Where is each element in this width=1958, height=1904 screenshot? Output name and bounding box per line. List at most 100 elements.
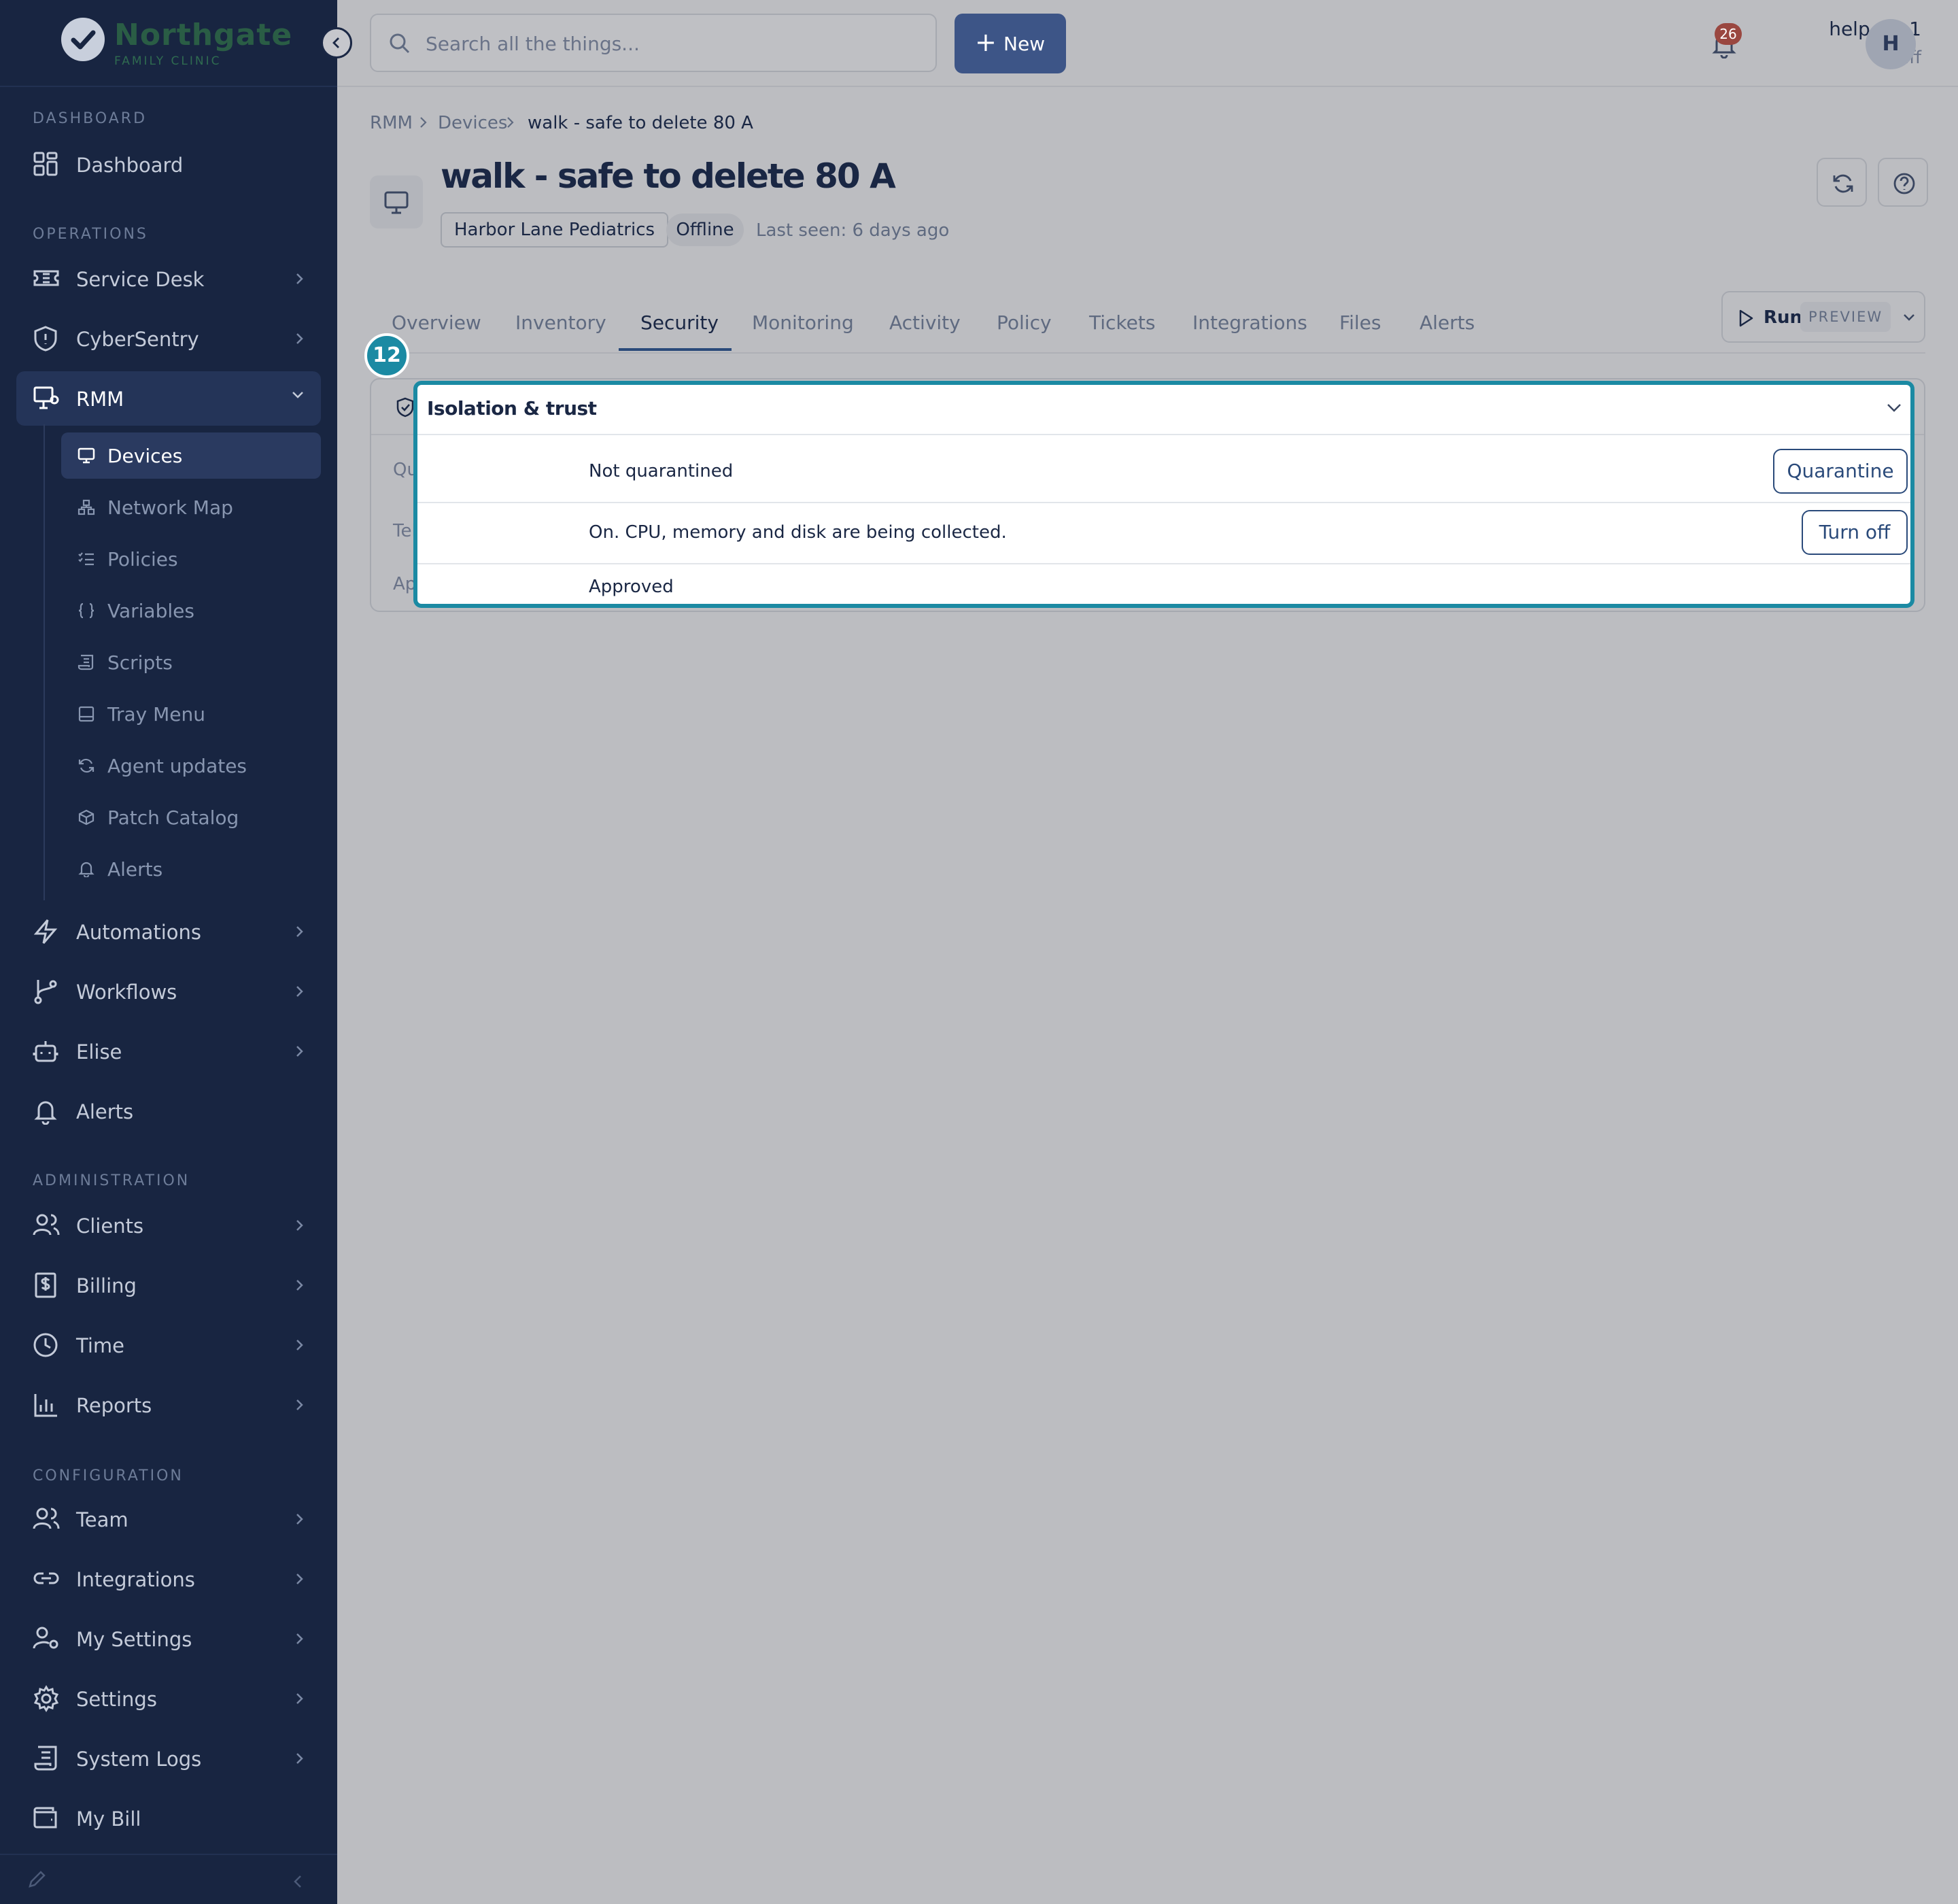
bar-chart-icon <box>33 1391 58 1418</box>
sidebar-item-cybersentry[interactable]: CyberSentry <box>16 311 321 366</box>
logo-check-icon <box>61 18 105 61</box>
preview-badge: PREVIEW <box>1800 302 1891 332</box>
sidebar-item-clients[interactable]: Clients <box>16 1198 321 1253</box>
approval-value: Approved <box>589 577 674 597</box>
sidebar-subitem-policies[interactable]: Policies <box>61 536 321 582</box>
help-button[interactable] <box>1878 158 1928 207</box>
play-icon <box>1738 309 1754 328</box>
sidebar-subitem-alerts[interactable]: Alerts <box>61 846 321 892</box>
sidebar-subitem-patch-catalog[interactable]: Patch Catalog <box>61 794 321 840</box>
tab-policy[interactable]: Policy <box>997 311 1052 334</box>
brand-subtitle: FAMILY CLINIC <box>114 54 222 68</box>
sidebar-item-alerts[interactable]: Alerts <box>16 1084 321 1138</box>
sidebar-item-label: CyberSentry <box>76 328 199 351</box>
breadcrumb-devices[interactable]: Devices <box>438 113 507 133</box>
tab-activity[interactable]: Activity <box>889 311 961 334</box>
sidebar-item-settings[interactable]: Settings <box>16 1671 321 1726</box>
scroll-icon <box>33 1745 58 1772</box>
sidebar-item-label: My Bill <box>76 1807 141 1831</box>
sidebar-item-label: Dashboard <box>76 154 184 177</box>
sidebar-item-label: System Logs <box>76 1748 202 1771</box>
refresh-button[interactable] <box>1817 158 1867 207</box>
tray-icon <box>78 706 95 722</box>
sidebar-item-label: Settings <box>76 1688 157 1711</box>
sidebar-item-my-bill[interactable]: My Bill <box>16 1791 321 1846</box>
sidebar-item-time[interactable]: Time <box>16 1318 321 1372</box>
run-button[interactable]: Run PREVIEW <box>1721 291 1925 343</box>
tab-inventory[interactable]: Inventory <box>515 311 606 334</box>
edit-icon[interactable] <box>26 1869 48 1890</box>
tab-monitoring[interactable]: Monitoring <box>752 311 854 334</box>
tab-files[interactable]: Files <box>1339 311 1381 334</box>
quarantine-button[interactable]: Quarantine <box>1773 449 1908 494</box>
sidebar-item-label: Automations <box>76 921 202 944</box>
turn-off-telemetry-button[interactable]: Turn off <box>1802 510 1908 555</box>
sidebar-item-service-desk[interactable]: Service Desk <box>16 252 321 306</box>
collapse-sidebar-icon[interactable] <box>292 1874 303 1889</box>
help-circle-icon <box>1893 173 1915 194</box>
git-branch-icon <box>33 978 58 1005</box>
chevron-left-icon <box>332 37 339 48</box>
sidebar-subitem-scripts[interactable]: Scripts <box>61 639 321 685</box>
sidebar-subitem-label: Tray Menu <box>107 703 206 726</box>
new-button[interactable]: + New <box>955 14 1066 73</box>
lightning-icon <box>33 918 58 945</box>
sidebar-subitem-agent-updates[interactable]: Agent updates <box>61 743 321 789</box>
avatar[interactable]: H <box>1866 19 1916 69</box>
sidebar-subitem-network-map[interactable]: Network Map <box>61 484 321 530</box>
section-configuration: CONFIGURATION <box>33 1467 184 1484</box>
sidebar-item-system-logs[interactable]: System Logs <box>16 1731 321 1786</box>
sidebar-subitem-variables[interactable]: Variables <box>61 588 321 634</box>
plus-icon: + <box>975 27 997 57</box>
sidebar-subitem-tray-menu[interactable]: Tray Menu <box>61 691 321 737</box>
sidebar-item-rmm[interactable]: RMM <box>16 371 321 426</box>
sidebar-item-automations[interactable]: Automations <box>16 904 321 959</box>
sidebar-item-label: Integrations <box>76 1568 195 1591</box>
divider <box>417 434 1910 435</box>
dashboard-icon <box>33 151 58 177</box>
tab-tickets[interactable]: Tickets <box>1089 311 1155 334</box>
sidebar-item-my-settings[interactable]: My Settings <box>16 1612 321 1666</box>
chevron-right-icon <box>295 985 305 998</box>
invoice-dollar-icon <box>33 1272 58 1299</box>
sidebar: Northgate FAMILY CLINIC DASHBOARD Dashbo… <box>0 0 337 1904</box>
breadcrumb-current: walk - safe to delete 80 A <box>528 113 753 133</box>
tab-security[interactable]: Security <box>640 311 719 334</box>
sidebar-item-dashboard[interactable]: Dashboard <box>16 137 321 192</box>
monitor-icon <box>384 191 409 214</box>
sidebar-item-integrations[interactable]: Integrations <box>16 1552 321 1606</box>
sidebar-item-billing[interactable]: Billing <box>16 1258 321 1312</box>
chevron-right-icon <box>295 1752 305 1765</box>
tab-overview[interactable]: Overview <box>392 311 481 334</box>
sidebar-item-label: Time <box>76 1334 124 1357</box>
tab-integrations[interactable]: Integrations <box>1192 311 1307 334</box>
sidebar-item-team[interactable]: Team <box>16 1492 321 1546</box>
braces-icon <box>78 602 95 619</box>
sidebar-item-workflows[interactable]: Workflows <box>16 964 321 1019</box>
sidebar-item-reports[interactable]: Reports <box>16 1378 321 1432</box>
breadcrumb-rmm[interactable]: RMM <box>370 113 413 133</box>
clock-icon <box>33 1331 58 1359</box>
search-placeholder: Search all the things... <box>426 33 640 55</box>
search-input[interactable]: Search all the things... <box>370 14 937 72</box>
chevron-right-icon <box>295 1338 305 1352</box>
sidebar-toggle-button[interactable] <box>321 27 352 58</box>
tab-alerts[interactable]: Alerts <box>1420 311 1475 334</box>
chevron-down-icon[interactable] <box>1886 403 1902 413</box>
sidebar-item-elise[interactable]: Elise <box>16 1024 321 1078</box>
sidebar-subitem-label: Devices <box>107 445 183 467</box>
scroll-icon <box>78 654 95 670</box>
network-icon <box>78 499 95 515</box>
sidebar-subitem-devices[interactable]: Devices <box>61 432 321 479</box>
last-seen-text: Last seen: 6 days ago <box>756 220 950 241</box>
run-button-label: Run <box>1764 307 1803 328</box>
users-icon <box>33 1212 60 1238</box>
chevron-right-icon <box>295 1572 305 1586</box>
sidebar-item-label: My Settings <box>76 1628 192 1651</box>
chevron-down-icon[interactable] <box>1902 313 1916 322</box>
sidebar-item-label: Alerts <box>76 1100 134 1123</box>
client-chip[interactable]: Harbor Lane Pediatrics <box>441 212 669 248</box>
sidebar-item-label: Elise <box>76 1040 122 1064</box>
section-administration: ADMINISTRATION <box>33 1172 190 1189</box>
page-title: walk - safe to delete 80 A <box>441 156 896 196</box>
